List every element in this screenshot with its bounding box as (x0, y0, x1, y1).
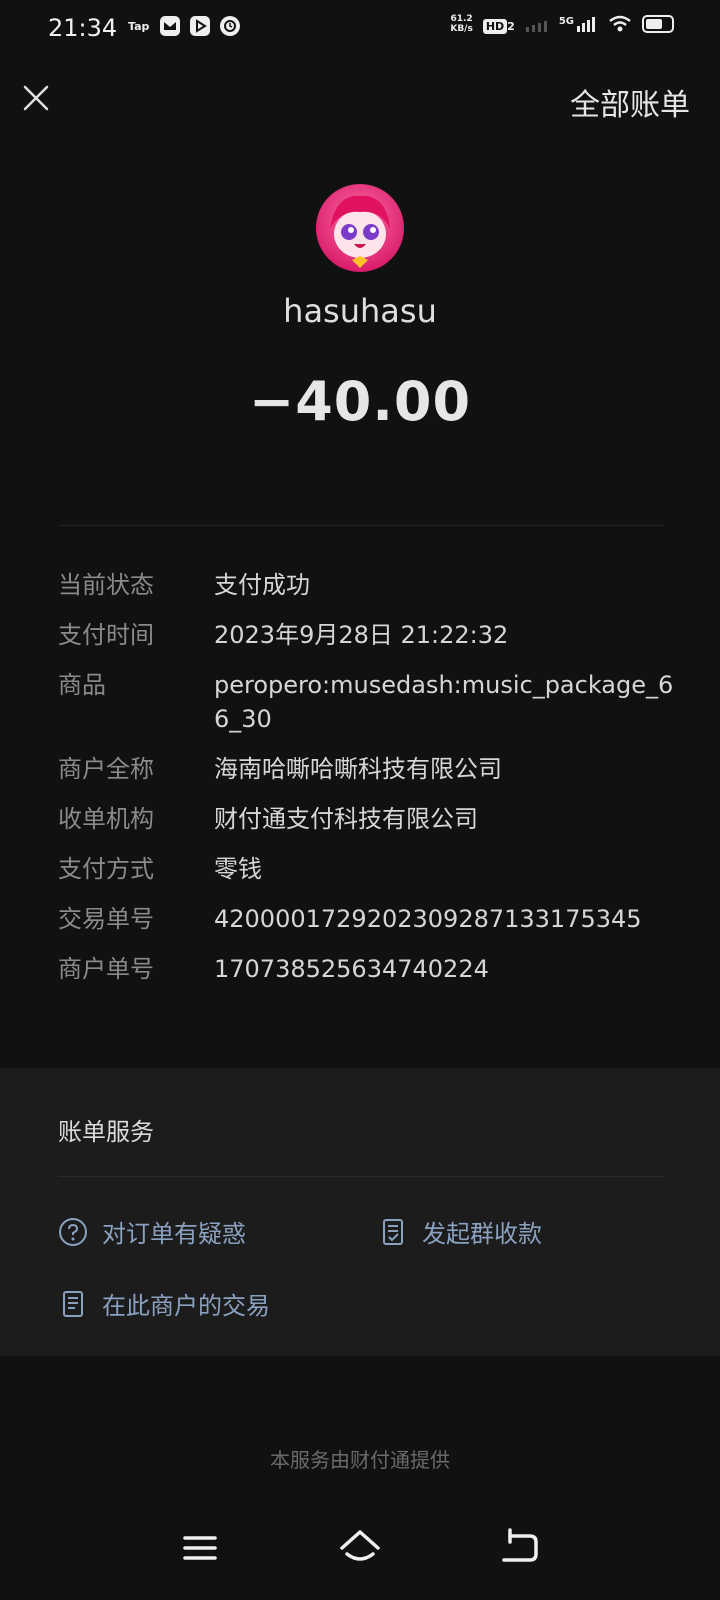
detail-value: 4200001729202309287133175345 (214, 905, 642, 933)
home-icon[interactable] (336, 1524, 384, 1572)
status-bar: 21:34 Tap 61.2 KB/s HD 2 5G (0, 0, 720, 56)
bill-services-divider (58, 1176, 664, 1177)
merchant-avatar (316, 184, 404, 272)
question-icon (59, 1217, 87, 1246)
merchant-name: hasuhasu (283, 292, 437, 330)
menu-icon[interactable] (176, 1524, 224, 1572)
tap-app-icon: Tap (128, 19, 150, 33)
detail-value: 170738525634740224 (214, 955, 489, 983)
payment-amount: −40.00 (248, 370, 472, 433)
net-speed-value: 61.2 (450, 14, 473, 24)
hd-label: HD (482, 18, 508, 34)
detail-row-acquirer: 收单机构 财付通支付科技有限公司 (58, 802, 678, 836)
detail-label: 商户单号 (58, 955, 154, 983)
merchant-transactions-button[interactable]: 在此商户的交易 (58, 1286, 270, 1321)
detail-row-transaction-id: 交易单号 4200001729202309287133175345 (58, 902, 678, 936)
play-icon (190, 16, 210, 36)
close-button[interactable] (20, 82, 52, 114)
battery-icon (642, 15, 674, 33)
net-speed-unit: KB/s (450, 24, 473, 34)
detail-label: 商品 (58, 671, 106, 699)
order-question-button[interactable]: 对订单有疑惑 (58, 1214, 246, 1249)
signal-weak-icon (525, 21, 547, 32)
order-question-label: 对订单有疑惑 (102, 1220, 246, 1248)
group-collect-button[interactable]: 发起群收款 (378, 1214, 542, 1249)
document-icon (63, 1290, 83, 1317)
alarm-icon (220, 16, 240, 36)
detail-value: 财付通支付科技有限公司 (214, 805, 478, 833)
group-collect-icon (383, 1218, 403, 1245)
signal-5g-icon: 5G (559, 16, 598, 32)
transaction-details: 当前状态 支付成功 支付时间 2023年9月28日 21:22:32 商品 pe… (58, 568, 678, 1002)
status-icons-right: 61.2 KB/s HD 2 5G (450, 14, 674, 34)
detail-value: 海南哈嘶哈嘶科技有限公司 (214, 755, 502, 783)
detail-label: 收单机构 (58, 805, 154, 833)
status-icons-left: Tap (128, 16, 240, 36)
service-provider-note: 本服务由财付通提供 (270, 1448, 450, 1472)
back-icon[interactable] (496, 1524, 544, 1572)
system-nav-bar (0, 1524, 720, 1600)
detail-label: 交易单号 (58, 905, 154, 933)
net-speed: 61.2 KB/s (450, 14, 472, 34)
bill-services-title: 账单服务 (58, 1118, 154, 1146)
detail-label: 当前状态 (58, 571, 154, 599)
status-time: 21:34 (48, 14, 118, 42)
detail-row-status: 当前状态 支付成功 (58, 568, 678, 602)
amount-divider (58, 525, 664, 526)
wifi-icon (609, 15, 631, 32)
network-label: 5G (558, 16, 574, 27)
merchant-transactions-label: 在此商户的交易 (102, 1292, 270, 1320)
detail-row-merchant-fullname: 商户全称 海南哈嘶哈嘶科技有限公司 (58, 752, 678, 786)
group-collect-label: 发起群收款 (422, 1220, 542, 1248)
hd-sub: 2 (507, 19, 515, 33)
detail-row-merchant-order-id: 商户单号 170738525634740224 (58, 952, 678, 986)
detail-label: 支付方式 (58, 855, 154, 883)
detail-value: 支付成功 (214, 571, 310, 599)
all-bills-link[interactable]: 全部账单 (570, 80, 690, 124)
mail-icon (160, 16, 180, 36)
detail-label: 商户全称 (58, 755, 154, 783)
detail-row-time: 支付时间 2023年9月28日 21:22:32 (58, 618, 678, 652)
detail-value: 零钱 (214, 855, 262, 883)
detail-row-product: 商品 peropero:musedash:music_package_66_30 (58, 668, 678, 736)
hd-badge: HD 2 (482, 15, 515, 34)
detail-value: peropero:musedash:music_package_66_30 (214, 671, 674, 733)
bill-services-card: 账单服务 对订单有疑惑 发起群收款 在此商户的交易 (0, 1068, 720, 1356)
detail-label: 支付时间 (58, 621, 154, 649)
detail-value: 2023年9月28日 21:22:32 (214, 621, 509, 649)
detail-row-payment-method: 支付方式 零钱 (58, 852, 678, 886)
